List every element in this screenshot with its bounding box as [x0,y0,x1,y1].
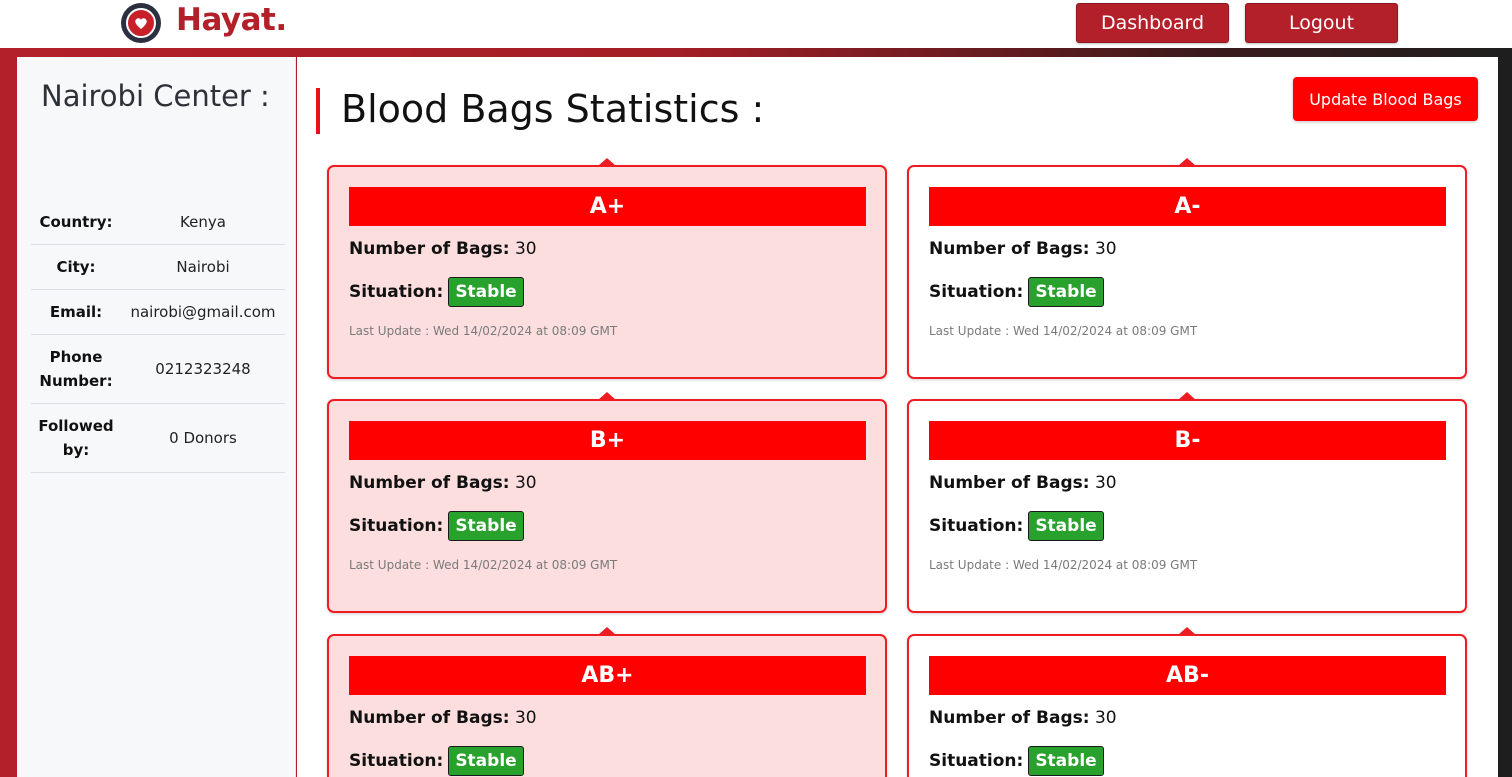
situation: Situation: Stable [349,511,524,541]
status-badge: Stable [448,746,524,776]
status-badge: Stable [448,277,524,307]
info-row-country: Country: Kenya [31,200,285,245]
bags-count: Number of Bags: 30 [929,473,1117,493]
last-update-text: Last Update : Wed 14/02/2024 at 08:09 GM… [349,324,618,338]
situation-label: Situation: [929,516,1024,536]
center-info-table: Country: Kenya City: Nairobi Email: nair… [31,200,285,473]
card-notch [1178,392,1196,400]
bags-value: 30 [1094,708,1117,728]
blood-group-header: AB+ [349,656,866,695]
update-blood-bags-button[interactable]: Update Blood Bags [1293,77,1478,121]
info-row-email: Email: nairobi@gmail.com [31,290,285,335]
top-navbar: Hayat. Dashboard Logout [0,0,1512,48]
last-update-text: Last Update : Wed 14/02/2024 at 08:09 GM… [929,324,1198,338]
blood-card-b-pos[interactable]: B+ Number of Bags: 30 Situation: Stable L… [327,392,887,613]
bags-label: Number of Bags: [349,239,510,259]
center-info-sidebar: Nairobi Center : Country: Kenya City: Na… [17,57,296,777]
blood-card-ab-neg[interactable]: AB- Number of Bags: 30 Situation: Stable [907,627,1467,777]
info-row-phone: Phone Number: 0212323248 [31,335,285,404]
bags-count: Number of Bags: 30 [929,708,1117,728]
bags-label: Number of Bags: [349,708,510,728]
info-label: Followed by: [38,417,114,459]
bags-count: Number of Bags: 30 [349,473,537,493]
card-notch [1178,627,1196,635]
status-badge: Stable [448,511,524,541]
blood-group-header: B+ [349,421,866,460]
bags-label: Number of Bags: [929,239,1090,259]
info-value: nairobi@gmail.com [130,303,276,321]
info-value: 0 Donors [169,429,237,447]
brand-name[interactable]: Hayat. [176,2,287,38]
bags-count: Number of Bags: 30 [929,239,1117,259]
situation-label: Situation: [349,516,444,536]
dashboard-button[interactable]: Dashboard [1076,3,1229,43]
info-label: Country: [39,213,113,231]
bags-value: 30 [514,708,537,728]
bags-label: Number of Bags: [929,473,1090,493]
info-value: 0212323248 [155,360,251,378]
card-notch [598,158,616,166]
blood-card-a-neg[interactable]: A- Number of Bags: 30 Situation: Stable L… [907,158,1467,379]
blood-group-header: A- [929,187,1446,226]
status-badge: Stable [1028,277,1104,307]
status-badge: Stable [1028,511,1104,541]
blood-card-b-neg[interactable]: B- Number of Bags: 30 Situation: Stable L… [907,392,1467,613]
blood-group-header: A+ [349,187,866,226]
info-label: City: [56,258,96,276]
blood-group-header: AB- [929,656,1446,695]
info-label: Phone Number: [39,348,113,390]
center-name: Nairobi Center : [41,79,270,113]
info-row-followers: Followed by: 0 Donors [31,404,285,473]
card-notch [598,627,616,635]
main-panel: Blood Bags Statistics : Update Blood Bag… [297,57,1498,777]
last-update-text: Last Update : Wed 14/02/2024 at 08:09 GM… [929,558,1198,572]
bags-count: Number of Bags: 30 [349,708,537,728]
info-value: Kenya [180,213,226,231]
bags-label: Number of Bags: [349,473,510,493]
situation: Situation: Stable [929,511,1104,541]
card-notch [1178,158,1196,166]
info-value: Nairobi [176,258,230,276]
bags-value: 30 [514,473,537,493]
situation-label: Situation: [929,751,1024,771]
bags-value: 30 [1094,473,1117,493]
situation: Situation: Stable [349,277,524,307]
info-row-city: City: Nairobi [31,245,285,290]
bags-label: Number of Bags: [929,708,1090,728]
last-update-text: Last Update : Wed 14/02/2024 at 08:09 GM… [349,558,618,572]
blood-group-header: B- [929,421,1446,460]
logout-button[interactable]: Logout [1245,3,1398,43]
title-accent-bar [316,88,320,134]
bags-value: 30 [1094,239,1117,259]
situation-label: Situation: [929,282,1024,302]
blood-card-a-pos[interactable]: A+ Number of Bags: 30 Situation: Stable L… [327,158,887,379]
situation: Situation: Stable [929,277,1104,307]
blood-drop-heart-icon[interactable] [121,3,161,43]
info-label: Email: [49,303,103,321]
situation: Situation: Stable [929,746,1104,776]
status-badge: Stable [1028,746,1104,776]
blood-card-ab-pos[interactable]: AB+ Number of Bags: 30 Situation: Stable [327,627,887,777]
page-title: Blood Bags Statistics : [341,87,765,131]
situation: Situation: Stable [349,746,524,776]
situation-label: Situation: [349,282,444,302]
bags-value: 30 [514,239,537,259]
card-notch [598,392,616,400]
bags-count: Number of Bags: 30 [349,239,537,259]
situation-label: Situation: [349,751,444,771]
